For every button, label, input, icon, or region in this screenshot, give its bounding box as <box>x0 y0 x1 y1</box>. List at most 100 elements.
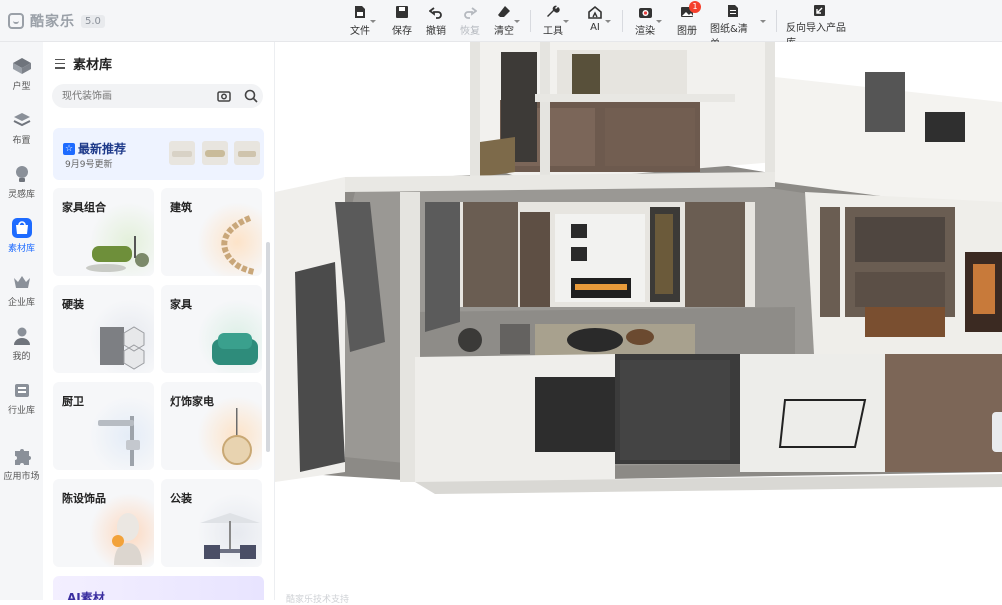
category-card-furniture[interactable]: 家具 <box>161 285 262 373</box>
category-card-furniture-set[interactable]: 家具组合 <box>53 188 154 276</box>
search-bar <box>52 84 263 108</box>
nav-item-inspiration[interactable]: 灵感库 <box>0 158 43 206</box>
render-button[interactable]: 渲染 <box>634 4 662 38</box>
star-icon: ☆ <box>63 142 75 155</box>
category-label: 公装 <box>170 492 192 505</box>
album-badge: 1 <box>689 1 701 13</box>
chevron-down-icon <box>656 20 662 23</box>
nav-item-material[interactable]: 素材库 <box>0 212 43 260</box>
category-card-decor[interactable]: 陈设饰品 <box>53 479 154 567</box>
chevron-down-icon <box>605 20 611 23</box>
layout-icon <box>12 110 32 130</box>
nav-label: 户型 <box>12 82 31 92</box>
toolbar-divider <box>776 10 777 32</box>
menu-icon[interactable] <box>55 58 65 69</box>
watermark-text: 酷家乐技术支持 <box>286 595 350 605</box>
clear-button[interactable]: 清空 <box>494 4 520 38</box>
import-icon <box>811 4 827 17</box>
nav-label: 企业库 <box>7 298 35 308</box>
nav-item-industry[interactable]: 行业库 <box>0 374 43 422</box>
category-label: 厨卫 <box>62 395 84 408</box>
material-library-panel: 素材库 ☆最新推荐 9月9号更新 家具组合 建筑 硬装 家具 厨卫 <box>43 42 275 600</box>
camera-search-icon[interactable] <box>216 88 232 104</box>
ai-material-card[interactable]: AI素材 <box>53 576 264 600</box>
staircase-thumbnail <box>221 215 255 275</box>
recommend-thumbnail <box>202 141 228 165</box>
recommend-title: 最新推荐 <box>78 142 127 156</box>
search-icon[interactable] <box>243 88 259 104</box>
nav-item-app-market[interactable]: 应用市场 <box>0 440 43 488</box>
album-icon: 1 <box>679 1 701 20</box>
lightbulb-icon <box>12 164 32 184</box>
sculpture-thumbnail <box>112 513 142 565</box>
industry-icon <box>12 380 32 400</box>
nav-label: 灵感库 <box>7 190 35 200</box>
recommend-subtitle: 9月9号更新 <box>65 160 113 170</box>
nav-item-floorplan[interactable]: 户型 <box>0 50 43 98</box>
panel-title: 素材库 <box>73 58 113 73</box>
chevron-down-icon <box>563 20 569 23</box>
undo-label: 撤销 <box>426 26 446 37</box>
category-card-hard-decoration[interactable]: 硬装 <box>53 285 154 373</box>
category-label: 家具 <box>170 298 192 311</box>
pendant-lamp-thumbnail <box>222 408 252 465</box>
redo-button[interactable]: 恢复 <box>460 4 480 38</box>
crown-icon <box>12 272 32 292</box>
camera-icon <box>637 4 653 20</box>
app-name: 酷家乐 <box>30 14 75 30</box>
save-button[interactable]: 保存 <box>392 4 412 38</box>
tools-button[interactable]: 工具 <box>543 4 569 38</box>
save-label: 保存 <box>392 26 412 37</box>
redo-icon <box>462 4 478 20</box>
app-version: 5.0 <box>81 14 105 28</box>
chevron-down-icon <box>760 20 766 23</box>
tools-label: 工具 <box>543 26 563 37</box>
category-label: 建筑 <box>170 201 192 214</box>
panel-scrollbar[interactable] <box>266 242 270 452</box>
app-logo: 酷家乐 5.0 <box>8 11 105 31</box>
category-label: 硬装 <box>62 298 84 311</box>
ai-house-icon <box>587 4 603 20</box>
drawings-button[interactable]: 图纸&清单 <box>710 4 766 50</box>
logo-icon <box>8 13 24 29</box>
file-icon <box>352 4 368 20</box>
left-navigation: 户型 布置 灵感库 素材库 企业库 我的 行业库 应用市场 <box>0 42 43 600</box>
file-button[interactable]: 文件 <box>350 4 376 38</box>
toolbar-divider <box>530 10 531 32</box>
armchair-thumbnail <box>212 333 258 365</box>
puzzle-icon <box>12 446 32 466</box>
nav-item-layout[interactable]: 布置 <box>0 104 43 152</box>
wrench-icon <box>545 4 561 20</box>
category-label: 家具组合 <box>62 201 106 214</box>
file-label: 文件 <box>350 26 370 37</box>
category-card-commercial[interactable]: 公装 <box>161 479 262 567</box>
ai-button[interactable]: AI <box>585 4 611 38</box>
floorplan-icon <box>12 56 32 76</box>
undo-icon <box>428 4 444 20</box>
category-card-architecture[interactable]: 建筑 <box>161 188 262 276</box>
3d-viewport[interactable] <box>275 42 1002 600</box>
save-icon <box>394 4 410 20</box>
nav-item-enterprise[interactable]: 企业库 <box>0 266 43 314</box>
render-label: 渲染 <box>635 26 655 37</box>
nav-label: 我的 <box>12 352 31 362</box>
material-icon <box>11 218 32 238</box>
patio-set-thumbnail <box>200 513 260 559</box>
reverse-import-button[interactable]: 反向导入产品库 <box>786 4 852 49</box>
category-card-lighting-appliances[interactable]: 灯饰家电 <box>161 382 262 470</box>
user-icon <box>12 326 32 346</box>
album-button[interactable]: 1 图册 <box>677 1 701 38</box>
floorplan-3d-render <box>275 42 1002 494</box>
latest-recommend-card[interactable]: ☆ 最新推荐 9月9号更新 <box>53 128 264 180</box>
sofa-set-thumbnail <box>86 236 149 272</box>
nav-label: 行业库 <box>7 406 35 416</box>
category-card-kitchen-bath[interactable]: 厨卫 <box>53 382 154 470</box>
search-input[interactable] <box>62 84 202 108</box>
document-icon <box>725 4 741 18</box>
toolbar-divider <box>622 10 623 32</box>
right-panel-toggle[interactable] <box>992 412 1002 452</box>
category-label: 陈设饰品 <box>62 492 106 505</box>
undo-button[interactable]: 撤销 <box>426 4 446 38</box>
nav-item-mine[interactable]: 我的 <box>0 320 43 368</box>
eraser-icon <box>496 4 512 20</box>
